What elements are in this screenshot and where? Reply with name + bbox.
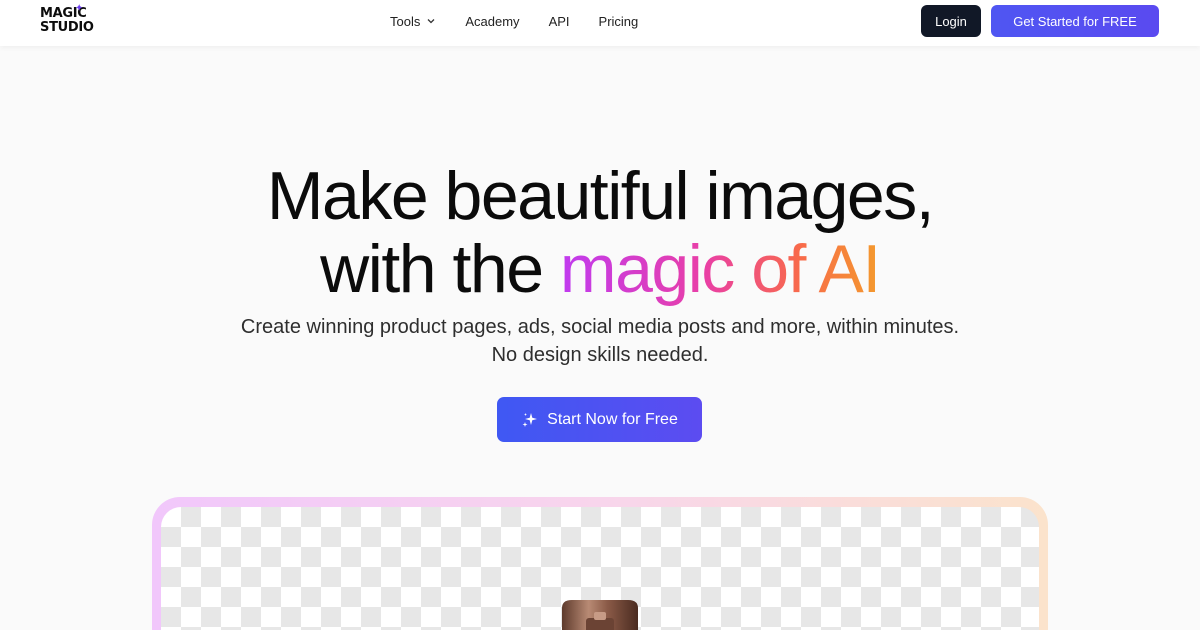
sparkle-icon bbox=[522, 412, 538, 427]
logo-sparkle-icon: ✦ bbox=[75, 3, 84, 14]
hero-title-line1: Make beautiful images, bbox=[266, 158, 935, 234]
logo-line1: MAGIC bbox=[40, 6, 87, 21]
product-image bbox=[562, 600, 638, 630]
logo-line2: STUDIO bbox=[40, 20, 94, 35]
start-now-button[interactable]: Start Now for Free bbox=[497, 397, 702, 442]
nav-item-label: Pricing bbox=[598, 13, 639, 29]
nav-item-api[interactable]: API bbox=[549, 14, 570, 29]
chevron-down-icon bbox=[427, 19, 435, 24]
main-nav: Tools Academy API Pricing bbox=[390, 0, 638, 42]
start-now-label: Start Now for Free bbox=[547, 410, 678, 428]
nav-item-label: API bbox=[548, 13, 570, 29]
nav-item-label: Academy bbox=[465, 13, 520, 29]
nav-item-academy[interactable]: Academy bbox=[465, 14, 519, 29]
hero-title-highlight: magic of AI bbox=[559, 231, 881, 307]
hero-title-line2: with the magic of AI bbox=[0, 235, 1200, 303]
nav-item-label: Tools bbox=[390, 13, 421, 29]
site-header: ✦ MAGIC STUDIO Tools Academy API Pricing… bbox=[0, 0, 1200, 46]
hero-title-prefix: with the bbox=[320, 231, 560, 307]
login-button[interactable]: Login bbox=[921, 5, 981, 37]
nav-item-tools[interactable]: Tools bbox=[390, 14, 436, 29]
nav-item-pricing[interactable]: Pricing bbox=[599, 14, 639, 29]
hero-subtitle-line1: Create winning product pages, ads, socia… bbox=[240, 316, 960, 338]
magic-studio-logo[interactable]: ✦ MAGIC STUDIO bbox=[40, 3, 94, 38]
hero-subtitle-line2: No design skills needed. bbox=[491, 344, 709, 366]
get-started-button[interactable]: Get Started for FREE bbox=[991, 5, 1159, 37]
